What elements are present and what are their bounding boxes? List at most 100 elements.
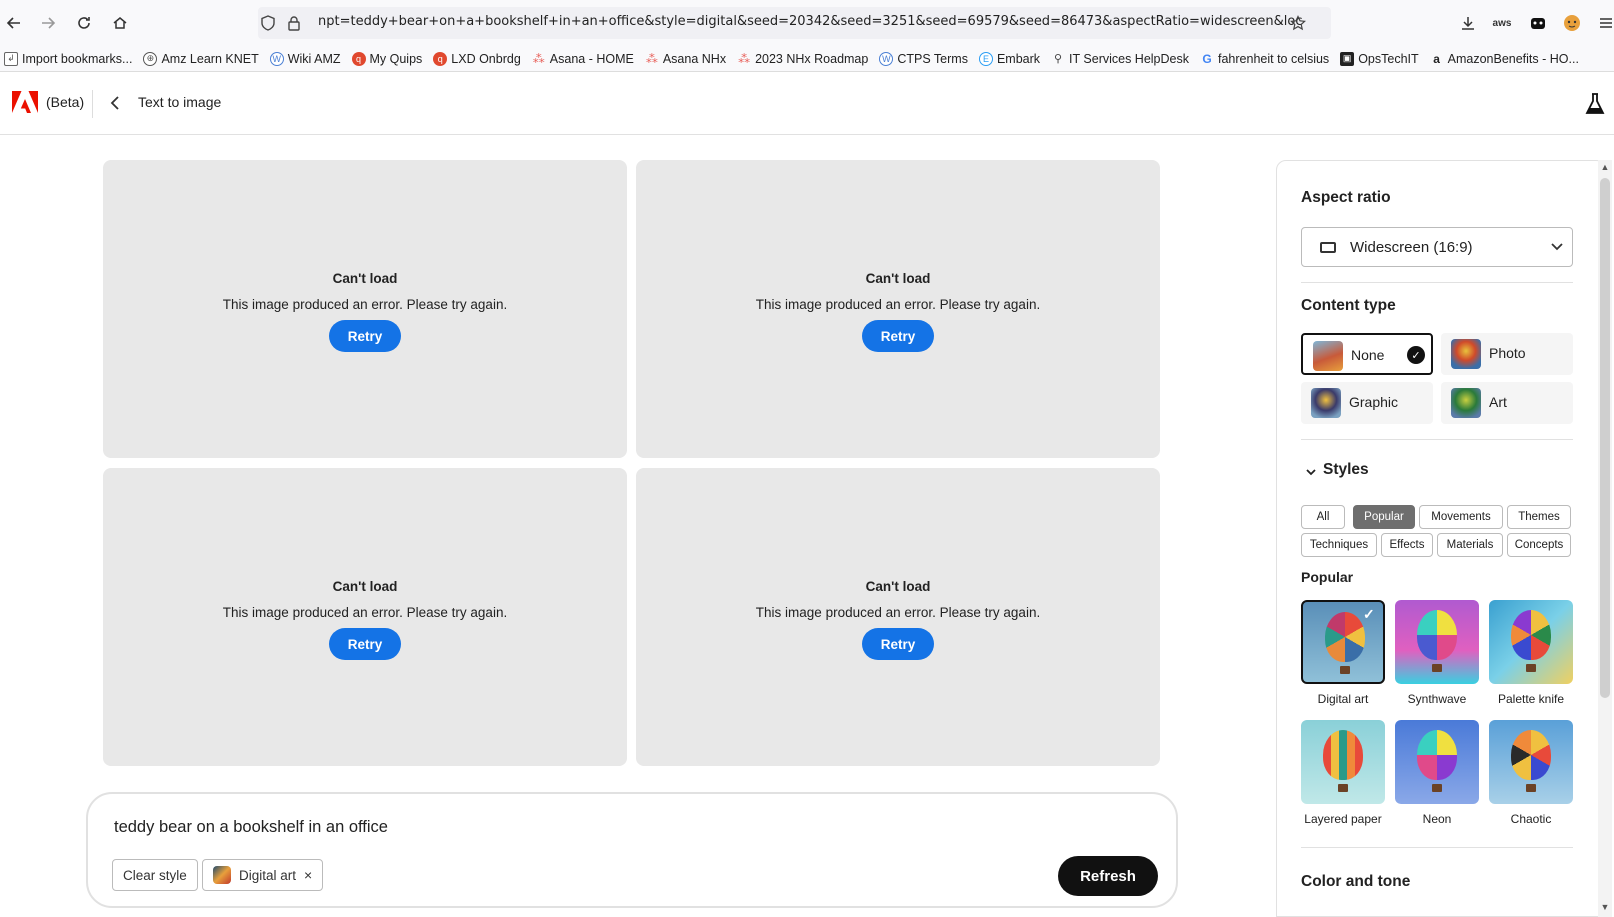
embark-icon: E bbox=[978, 51, 993, 66]
style-tag-effects[interactable]: Effects bbox=[1381, 533, 1433, 557]
tile-error-message: This image produced an error. Please try… bbox=[755, 297, 1041, 312]
bookmark-item[interactable]: ⁂ 2023 NHx Roadmap bbox=[737, 52, 868, 66]
style-card-palette-knife[interactable]: Palette knife bbox=[1489, 600, 1573, 706]
clear-style-button[interactable]: Clear style bbox=[112, 859, 198, 891]
style-card-synthwave[interactable]: Synthwave bbox=[1395, 600, 1479, 706]
divider bbox=[1301, 847, 1573, 848]
bookmark-item[interactable]: W CTPS Terms bbox=[879, 51, 968, 66]
style-card-chaotic[interactable]: Chaotic bbox=[1489, 720, 1573, 826]
bookmarks-bar: ↲ Import bookmarks... ⊕ Amz Learn KNET W Wi… bbox=[0, 46, 1614, 72]
quip-icon: q bbox=[351, 51, 366, 66]
style-chip[interactable]: Digital art × bbox=[202, 859, 324, 891]
url-bar[interactable]: npt=teddy+bear+on+a+bookshelf+in+an+offi… bbox=[258, 7, 1331, 39]
content-type-graphic[interactable]: Graphic bbox=[1301, 382, 1433, 424]
reload-icon[interactable] bbox=[70, 9, 98, 37]
back-chevron-icon[interactable] bbox=[104, 91, 126, 115]
chevron-down-icon[interactable] bbox=[1305, 466, 1317, 478]
checkmark-icon: ✓ bbox=[1363, 606, 1375, 622]
google-icon: G bbox=[1202, 51, 1212, 66]
bookmark-item[interactable]: W Wiki AMZ bbox=[269, 51, 341, 66]
balloon-icon bbox=[1417, 730, 1457, 780]
adobe-logo-icon[interactable] bbox=[12, 91, 38, 115]
basket-icon bbox=[1340, 666, 1350, 674]
bookmark-item[interactable]: ⁂ Asana - HOME bbox=[532, 52, 634, 66]
style-card-digital-art[interactable]: ✓ Digital art bbox=[1301, 600, 1385, 706]
style-tag-movements[interactable]: Movements bbox=[1419, 505, 1503, 529]
home-icon[interactable] bbox=[106, 9, 134, 37]
refresh-button[interactable]: Refresh bbox=[1058, 856, 1158, 896]
style-tag-materials[interactable]: Materials bbox=[1437, 533, 1503, 557]
shield-icon[interactable] bbox=[258, 13, 278, 33]
clear-style-label: Clear style bbox=[123, 867, 187, 883]
content-type-heading: Content type bbox=[1301, 297, 1396, 314]
retry-button[interactable]: Retry bbox=[329, 320, 401, 352]
retry-button[interactable]: Retry bbox=[862, 628, 934, 660]
content-type-photo[interactable]: Photo bbox=[1441, 333, 1573, 375]
bookmark-item[interactable]: ⚲ IT Services HelpDesk bbox=[1051, 52, 1189, 66]
color-tone-heading: Color and tone bbox=[1301, 873, 1411, 890]
style-tag-concepts[interactable]: Concepts bbox=[1507, 533, 1571, 557]
popular-heading: Popular bbox=[1301, 569, 1354, 585]
style-card-neon[interactable]: Neon bbox=[1395, 720, 1479, 826]
bookmark-item[interactable]: Gfahrenheit to celsius bbox=[1200, 52, 1329, 66]
settings-panel: Aspect ratio Widescreen (16:9) Content t… bbox=[1276, 160, 1606, 917]
back-icon[interactable] bbox=[0, 9, 28, 37]
panel-scrollbar[interactable]: ▲ ▼ bbox=[1598, 160, 1612, 917]
balloon-icon bbox=[1511, 610, 1551, 660]
style-tag-themes[interactable]: Themes bbox=[1507, 505, 1571, 529]
profile-icon[interactable] bbox=[1560, 11, 1584, 35]
scroll-up-icon[interactable]: ▲ bbox=[1599, 162, 1611, 172]
style-tag-techniques[interactable]: Techniques bbox=[1301, 533, 1377, 557]
style-label: Layered paper bbox=[1304, 812, 1382, 826]
tile-error-message: This image produced an error. Please try… bbox=[755, 605, 1041, 620]
menu-icon[interactable] bbox=[1594, 11, 1614, 35]
retry-button[interactable]: Retry bbox=[329, 628, 401, 660]
scroll-down-icon[interactable]: ▼ bbox=[1599, 902, 1611, 912]
style-label: Chaotic bbox=[1510, 812, 1552, 826]
amazon-icon: a bbox=[1433, 51, 1440, 66]
remove-chip-icon[interactable]: × bbox=[304, 867, 312, 883]
prompt-input[interactable]: teddy bear on a bookshelf in an office bbox=[114, 818, 388, 837]
balloon-icon bbox=[1325, 612, 1365, 662]
style-label: Synthwave bbox=[1407, 692, 1467, 706]
styles-heading[interactable]: Styles bbox=[1323, 461, 1369, 479]
bookmark-item[interactable]: q LXD Onbrdg bbox=[433, 51, 521, 66]
bookmark-star-icon[interactable] bbox=[1288, 13, 1308, 33]
bookmark-item[interactable]: q My Quips bbox=[351, 51, 422, 66]
content-type-art[interactable]: Art bbox=[1441, 382, 1573, 424]
style-tag-all[interactable]: All bbox=[1301, 505, 1345, 529]
aspect-ratio-value: Widescreen (16:9) bbox=[1350, 239, 1473, 256]
tile-error-title: Can't load bbox=[332, 271, 398, 286]
content-type-label: None bbox=[1351, 347, 1385, 363]
style-chip-label: Digital art bbox=[239, 867, 297, 883]
aspect-ratio-select[interactable]: Widescreen (16:9) bbox=[1301, 227, 1573, 267]
widescreen-icon bbox=[1320, 242, 1336, 253]
wiki-icon: W bbox=[879, 51, 894, 66]
style-label: Palette knife bbox=[1497, 692, 1565, 706]
amazon-extension-icon[interactable]: aws bbox=[1490, 11, 1514, 35]
url-text[interactable]: npt=teddy+bear+on+a+bookshelf+in+an+offi… bbox=[318, 14, 1303, 29]
flask-icon[interactable] bbox=[1585, 93, 1605, 115]
content-type-label: Photo bbox=[1489, 345, 1526, 361]
extension-icon[interactable] bbox=[1526, 11, 1550, 35]
lock-icon[interactable] bbox=[284, 13, 304, 33]
download-icon[interactable] bbox=[1456, 11, 1480, 35]
style-tag-popular[interactable]: Popular bbox=[1353, 505, 1415, 529]
bookmark-item[interactable]: ⁂ Asana NHx bbox=[645, 52, 726, 66]
image-tile: Can't load This image produced an error.… bbox=[103, 160, 627, 458]
bookmark-item[interactable]: ⊕ Amz Learn KNET bbox=[143, 51, 259, 66]
bookmark-item[interactable]: E Embark bbox=[978, 51, 1040, 66]
scroll-thumb[interactable] bbox=[1600, 178, 1610, 698]
header-divider bbox=[92, 90, 93, 118]
retry-button[interactable]: Retry bbox=[862, 320, 934, 352]
beta-label: (Beta) bbox=[46, 94, 85, 110]
bookmark-item[interactable]: a AmazonBenefits - HO... bbox=[1430, 52, 1579, 66]
balloon-thumb-icon bbox=[1313, 341, 1343, 371]
style-card-layered-paper[interactable]: Layered paper bbox=[1301, 720, 1385, 826]
style-label: Digital art bbox=[1317, 692, 1369, 706]
style-thumb bbox=[1489, 600, 1573, 684]
content-type-none[interactable]: None ✓ bbox=[1301, 333, 1433, 375]
bookmark-item[interactable]: ↲ Import bookmarks... bbox=[4, 51, 132, 66]
bookmark-item[interactable]: ▣ OpsTechIT bbox=[1340, 51, 1419, 66]
forward-icon[interactable] bbox=[34, 9, 62, 37]
